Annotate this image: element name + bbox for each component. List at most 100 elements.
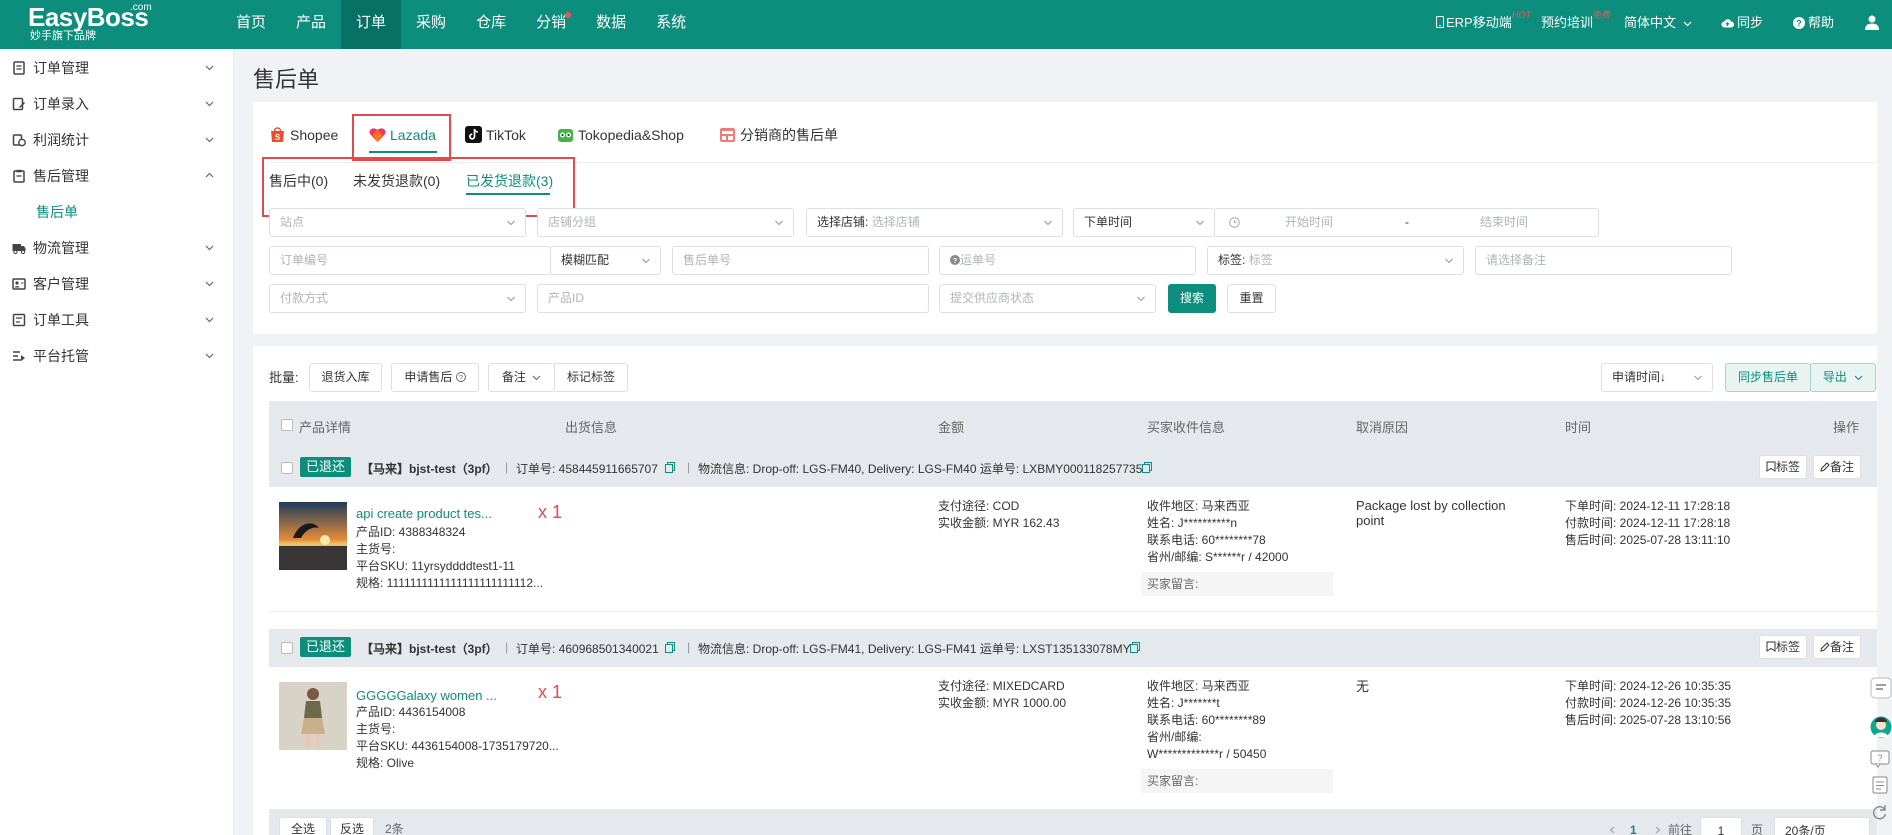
order-checkbox[interactable]: [281, 642, 293, 654]
site-select[interactable]: 站点: [269, 208, 526, 237]
sidebar-item-order-tools[interactable]: 订单工具: [0, 302, 234, 338]
product-id-input[interactable]: 产品ID: [537, 284, 929, 313]
sync-label: 同步: [1737, 15, 1764, 30]
supplier-status-select[interactable]: 提交供应商状态: [939, 284, 1156, 313]
sidebar-item-logistics[interactable]: 物流管理: [0, 230, 234, 266]
buyer-province: 省州/邮编: S******r / 42000: [1147, 550, 1289, 564]
tab-label: TikTok: [486, 127, 526, 143]
message-icon[interactable]: ?: [1870, 750, 1890, 768]
tab-shopee[interactable]: S Shopee: [269, 124, 338, 146]
product-thumbnail[interactable]: [279, 682, 347, 750]
support-avatar-icon[interactable]: [1870, 714, 1892, 740]
tab-distributor-aftersale[interactable]: 分销商的售后单: [719, 124, 838, 146]
sidebar-item-aftersale-management[interactable]: 售后管理: [0, 158, 234, 194]
training-link[interactable]: 预约培训: [1541, 0, 1593, 49]
cancel-reason: 无: [1356, 679, 1370, 694]
export-dropdown-button[interactable]: 导出: [1810, 363, 1876, 392]
tab-label: 分销商的售后单: [740, 127, 838, 143]
aftersale-no-input[interactable]: 售后单号: [672, 246, 929, 275]
note-button[interactable]: 备注: [1813, 635, 1862, 659]
nav-product[interactable]: 产品: [281, 0, 341, 49]
copy-icon[interactable]: [1142, 462, 1152, 473]
buyer-name: 姓名: J**********n: [1147, 516, 1238, 530]
copy-icon[interactable]: [665, 642, 675, 653]
nav-home[interactable]: 首页: [221, 0, 281, 49]
feedback-icon[interactable]: [1870, 677, 1892, 699]
buyer-phone: 联系电话: 60********89: [1147, 713, 1266, 727]
nav-data[interactable]: 数据: [581, 0, 641, 49]
date-range-picker[interactable]: 开始时间 - 结束时间: [1214, 208, 1599, 237]
sidebar-item-customer[interactable]: 客户管理: [0, 266, 234, 302]
nav-order[interactable]: 订单: [341, 0, 402, 49]
sync-aftersale-button[interactable]: 同步售后单: [1725, 363, 1811, 392]
pencil-icon: [1820, 642, 1830, 652]
payment-method-select[interactable]: 付款方式: [269, 284, 526, 313]
copy-icon[interactable]: [1130, 642, 1140, 653]
product-name-link[interactable]: api create product tes...: [356, 506, 492, 521]
nav-label: 采购: [416, 14, 447, 31]
sidebar-item-profit-stats[interactable]: 利润统计: [0, 122, 234, 158]
time-type-select[interactable]: 下单时间: [1073, 208, 1215, 237]
help-button[interactable]: ? 帮助: [1793, 0, 1834, 49]
select-all-checkbox[interactable]: [281, 419, 293, 431]
svg-text:?: ?: [1796, 19, 1802, 29]
select-all-button[interactable]: 全选: [279, 817, 327, 835]
nav-distribution[interactable]: 分销: [521, 0, 581, 49]
sidebar-item-order-entry[interactable]: 订单录入: [0, 86, 234, 122]
remark-dropdown-button[interactable]: 备注: [488, 363, 555, 392]
order-time: 下单时间: 2024-12-11 17:28:18: [1565, 499, 1731, 513]
sidebar-item-order-management[interactable]: 订单管理: [0, 50, 234, 86]
search-button[interactable]: 搜索: [1168, 284, 1216, 313]
easyboss-logo[interactable]: EasyBoss .com 妙手旗下品牌: [28, 2, 158, 46]
chevron-right-icon[interactable]: [1655, 826, 1661, 834]
product-name-link[interactable]: GGGGGalaxy women ...: [356, 688, 497, 703]
erp-mobile-link[interactable]: ERP移动端: [1436, 0, 1512, 49]
apply-aftersale-button[interactable]: 申请售后 ?: [391, 363, 479, 392]
edit-icon: [12, 97, 25, 111]
separator: |: [687, 640, 691, 654]
remark-select[interactable]: 请选择备注: [1475, 246, 1732, 275]
nav-warehouse[interactable]: 仓库: [461, 0, 521, 49]
shop-placeholder: 选择店铺: [871, 215, 920, 229]
supplier-status-placeholder: 提交供应商状态: [950, 291, 1035, 305]
return-stock-button[interactable]: 退货入库: [309, 363, 382, 392]
document-icon[interactable]: [1870, 776, 1890, 794]
tag-button[interactable]: 标签: [1759, 455, 1808, 479]
language-select[interactable]: 简体中文: [1624, 0, 1692, 49]
match-mode-select[interactable]: 模糊匹配: [550, 246, 661, 275]
reset-button[interactable]: 重置: [1227, 284, 1276, 313]
tab-tokopedia[interactable]: Tokopedia&Shop: [557, 124, 684, 146]
product-thumbnail[interactable]: [279, 502, 347, 570]
order-no-input[interactable]: 订单编号: [269, 246, 551, 275]
note-button[interactable]: 备注: [1813, 455, 1862, 479]
page-title: 售后单: [253, 67, 320, 92]
refresh-icon[interactable]: [1870, 803, 1890, 821]
sidebar-subitem-aftersale-order[interactable]: 售后单: [0, 194, 234, 230]
current-page[interactable]: 1: [1630, 822, 1637, 835]
waybill-no-input[interactable]: ? 运单号: [939, 246, 1196, 275]
tag-button[interactable]: 标签: [1759, 635, 1808, 659]
chevron-down-icon: [205, 353, 214, 359]
shop-group-select[interactable]: 店铺分组: [537, 208, 794, 237]
product-id-placeholder: 产品ID: [548, 291, 585, 305]
copy-icon[interactable]: [665, 462, 675, 473]
mark-tag-button[interactable]: 标记标签: [554, 363, 628, 392]
sort-select[interactable]: 申请时间↓: [1601, 363, 1713, 392]
sidebar-item-platform-hosting[interactable]: 平台托管: [0, 338, 234, 374]
order-number: 订单号: 460968501340021: [516, 642, 659, 656]
tab-label: Tokopedia&Shop: [578, 127, 684, 143]
chevron-left-icon[interactable]: [1609, 826, 1615, 834]
tokopedia-icon: [558, 129, 573, 142]
page-size-select[interactable]: 20条/页: [1774, 817, 1870, 835]
nav-purchase[interactable]: 采购: [401, 0, 461, 49]
order-icon: [13, 61, 25, 75]
nav-system[interactable]: 系统: [641, 0, 701, 49]
goto-page-input[interactable]: 1: [1700, 817, 1742, 835]
sync-button[interactable]: 同步: [1721, 0, 1763, 49]
tab-tiktok[interactable]: TikTok: [465, 124, 526, 146]
invert-select-button[interactable]: 反选: [330, 817, 374, 835]
shop-select[interactable]: 选择店铺: 选择店铺: [806, 208, 1063, 237]
user-avatar[interactable]: [1864, 0, 1880, 49]
tag-select[interactable]: 标签: 标签: [1207, 246, 1464, 275]
order-checkbox[interactable]: [281, 462, 293, 474]
